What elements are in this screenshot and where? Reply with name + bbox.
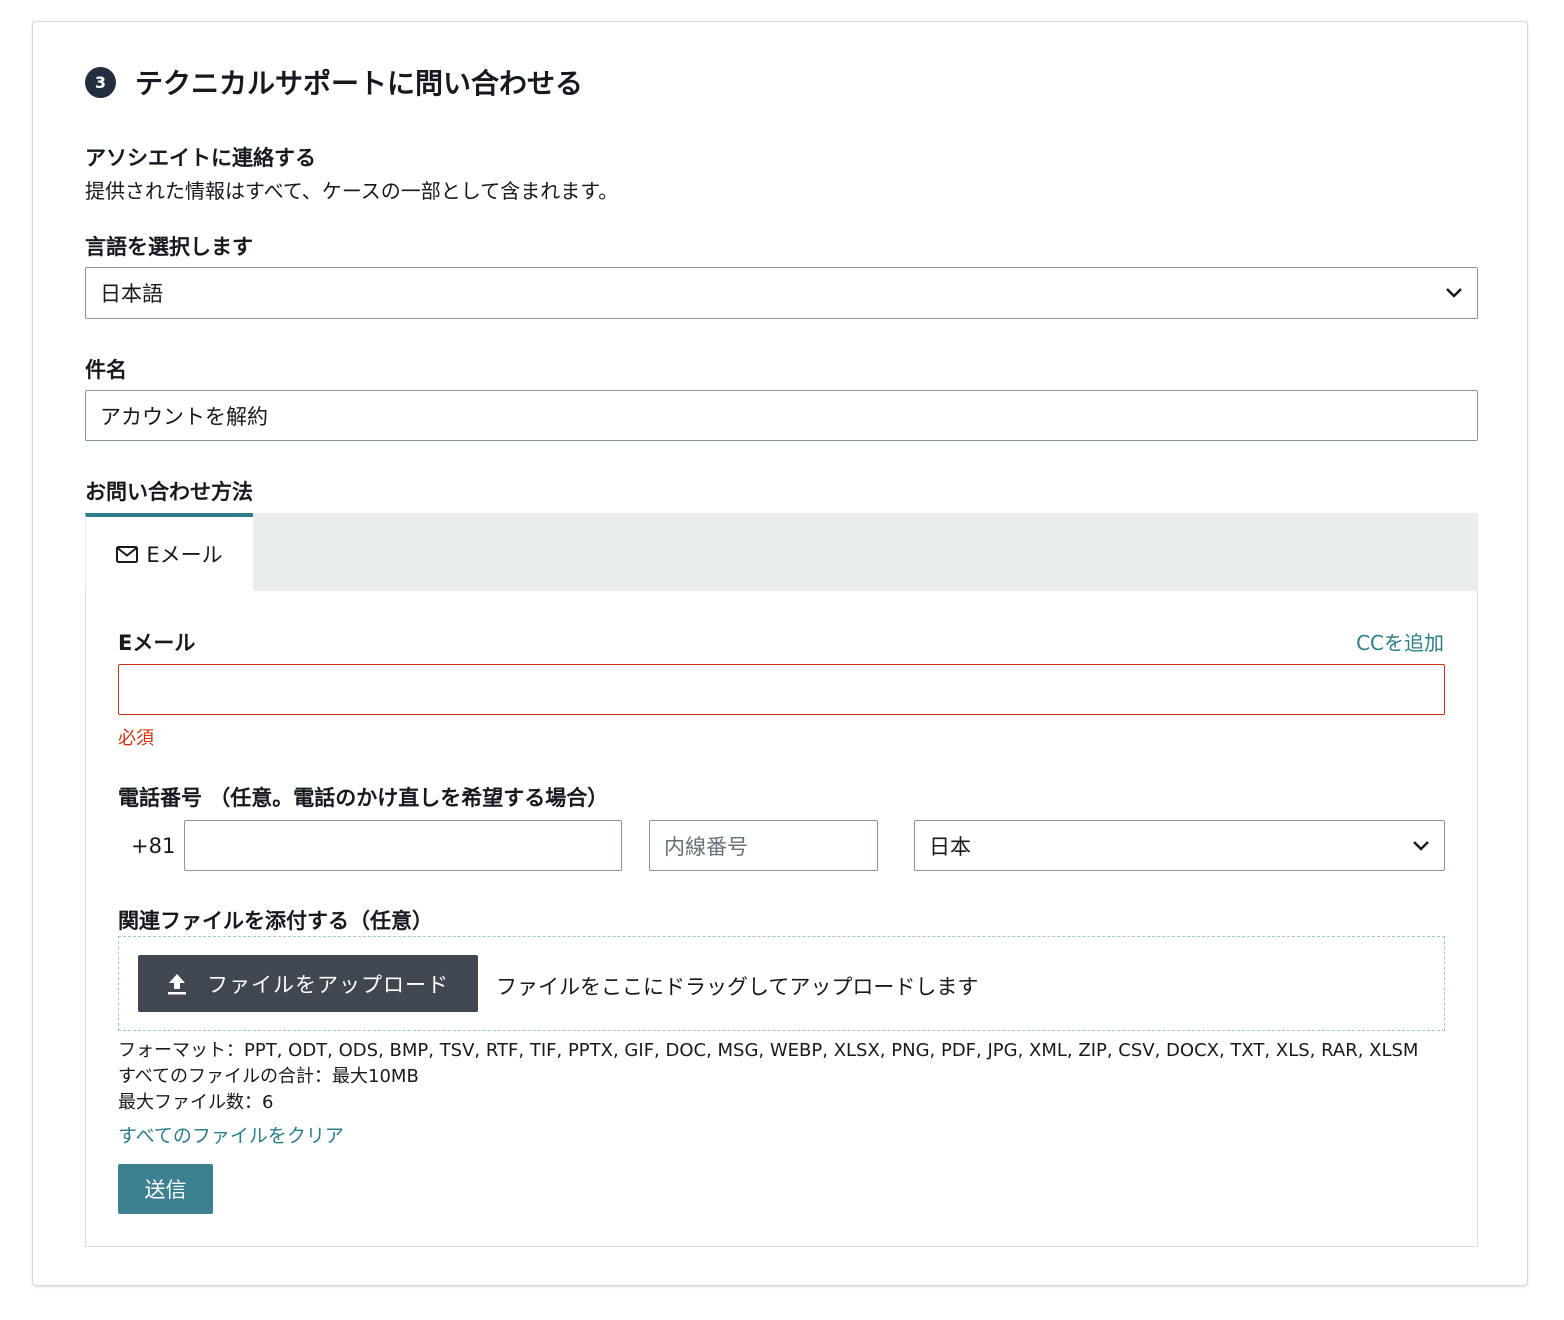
tab-email-label: Eメール xyxy=(146,543,223,567)
tab-email[interactable]: Eメール xyxy=(85,513,253,591)
email-error-text: 必須 xyxy=(118,728,154,749)
country-select[interactable]: 日本 xyxy=(914,820,1445,871)
add-cc-link[interactable]: CCを追加 xyxy=(1356,627,1444,656)
language-select[interactable]: 日本語 xyxy=(85,267,1478,319)
subject-input[interactable]: アカウントを解約 xyxy=(85,390,1478,441)
upload-button-label: ファイルをアップロード xyxy=(207,972,449,997)
total-size-text: すべてのファイルの合計：最大10MB xyxy=(118,1066,419,1087)
language-selected-value: 日本語 xyxy=(100,282,163,306)
file-dropzone[interactable]: ファイルをアップロード ファイルをここにドラッグしてアップロードします xyxy=(118,936,1445,1031)
file-formats-text: フォーマット：PPT, ODT, ODS, BMP, TSV, RTF, TIF… xyxy=(118,1040,1419,1061)
phone-number-input[interactable] xyxy=(184,820,622,871)
submit-button[interactable]: 送信 xyxy=(118,1164,213,1214)
phone-country-code: +81 xyxy=(131,834,176,858)
section-header: 3 テクニカルサポートに問い合わせる xyxy=(85,62,583,102)
extension-input[interactable]: 内線番号 xyxy=(649,820,878,871)
contact-method-tabs: Eメール xyxy=(85,513,1478,591)
chevron-down-icon xyxy=(1446,288,1462,298)
email-label: Eメール xyxy=(118,631,196,655)
subject-value: アカウントを解約 xyxy=(100,404,268,429)
section-title: テクニカルサポートに問い合わせる xyxy=(135,67,584,100)
attachments-label: 関連ファイルを添付する（任意） xyxy=(118,909,433,933)
upload-file-button[interactable]: ファイルをアップロード xyxy=(138,955,478,1012)
associate-description: 提供された情報はすべて、ケースの一部として含まれます。 xyxy=(85,179,619,203)
max-files-text: 最大ファイル数：6 xyxy=(118,1092,274,1113)
extension-placeholder: 内線番号 xyxy=(664,834,748,859)
clear-all-files-link[interactable]: すべてのファイルをクリア xyxy=(118,1121,344,1148)
mail-icon xyxy=(116,545,139,563)
drop-hint-text: ファイルをここにドラッグしてアップロードします xyxy=(496,975,979,999)
upload-icon xyxy=(168,973,186,994)
contact-support-card: 3 テクニカルサポートに問い合わせる アソシエイトに連絡する 提供された情報はす… xyxy=(32,21,1528,1286)
subject-label: 件名 xyxy=(85,358,127,382)
chevron-down-icon xyxy=(1413,840,1429,851)
contact-method-label: お問い合わせ方法 xyxy=(85,480,253,504)
phone-label: 電話番号 （任意。電話のかけ直しを希望する場合） xyxy=(118,786,609,810)
step-number-badge: 3 xyxy=(85,66,116,98)
email-input[interactable] xyxy=(118,664,1445,715)
country-selected-value: 日本 xyxy=(929,834,971,859)
associate-heading: アソシエイトに連絡する xyxy=(85,146,316,170)
language-label: 言語を選択します xyxy=(85,235,253,259)
